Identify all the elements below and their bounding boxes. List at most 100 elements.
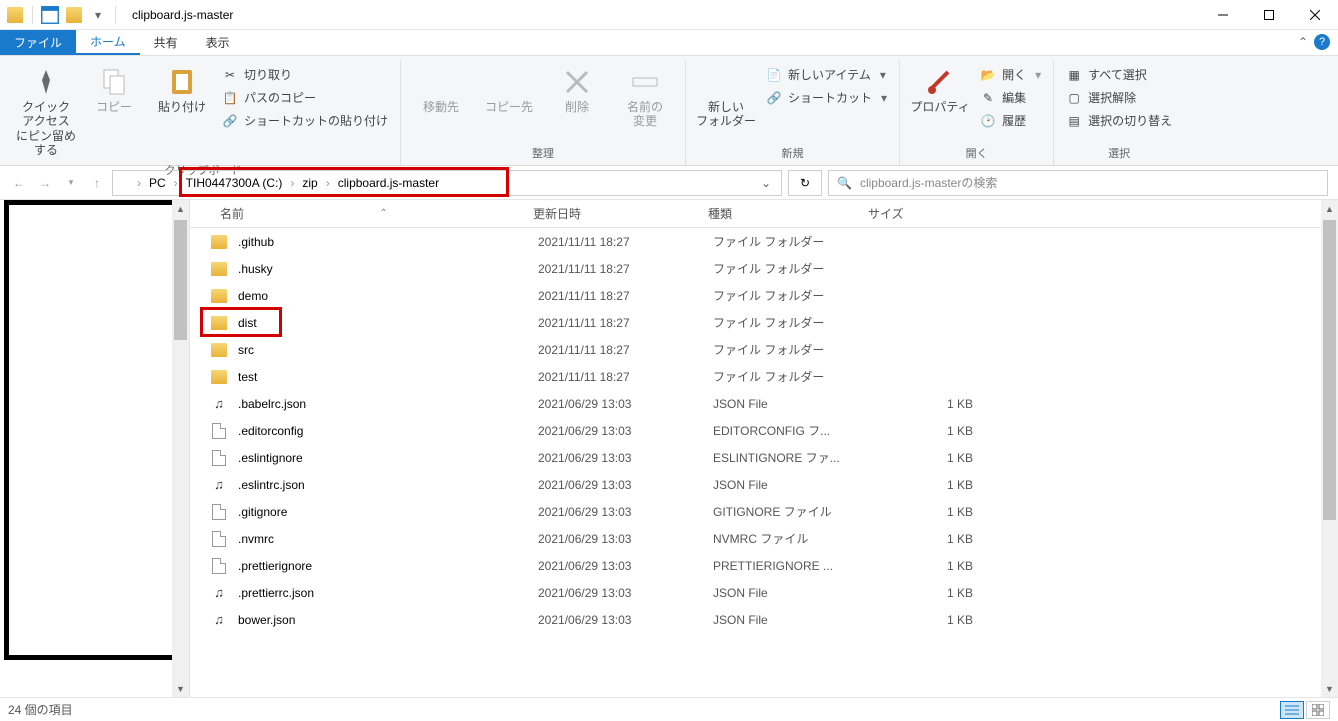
close-button[interactable]: [1292, 0, 1338, 30]
invert-selection-button[interactable]: ▤選択の切り替え: [1062, 110, 1176, 131]
file-size: 1 KB: [903, 424, 973, 438]
file-row[interactable]: .gitignore2021/06/29 13:03GITIGNORE ファイル…: [190, 498, 1338, 525]
breadcrumb-drive[interactable]: TIH0447300A (C:): [182, 176, 287, 190]
file-row[interactable]: test2021/11/11 18:27ファイル フォルダー: [190, 363, 1338, 390]
view-details-button[interactable]: [1280, 701, 1304, 719]
back-button[interactable]: ←: [10, 176, 28, 190]
chevron-right-icon[interactable]: ›: [174, 176, 178, 190]
navpane-scrollbar[interactable]: ▲▼: [172, 200, 189, 697]
search-box[interactable]: 🔍 clipboard.js-masterの検索: [828, 170, 1328, 196]
file-row[interactable]: src2021/11/11 18:27ファイル フォルダー: [190, 336, 1338, 363]
file-row[interactable]: ♫.babelrc.json2021/06/29 13:03JSON File1…: [190, 390, 1338, 417]
select-all-button[interactable]: ▦すべて選択: [1062, 64, 1176, 85]
file-row[interactable]: .nvmrc2021/06/29 13:03NVMRC ファイル1 KB: [190, 525, 1338, 552]
properties-button[interactable]: プロパティ: [908, 64, 972, 116]
pin-icon: [30, 66, 62, 98]
filelist-scrollbar[interactable]: ▲▼: [1321, 200, 1338, 697]
column-size[interactable]: サイズ: [860, 205, 960, 222]
navigation-pane[interactable]: ▲▼: [0, 200, 190, 697]
address-bar[interactable]: › PC › TIH0447300A (C:) › zip › clipboar…: [112, 170, 782, 196]
new-item-button[interactable]: 📄新しいアイテム▾: [762, 64, 891, 85]
file-date: 2021/11/11 18:27: [538, 235, 713, 249]
file-row[interactable]: ♫.prettierrc.json2021/06/29 13:03JSON Fi…: [190, 579, 1338, 606]
recent-dropdown[interactable]: ▾: [62, 177, 80, 188]
column-type[interactable]: 種類: [700, 205, 860, 222]
column-name[interactable]: 名前⌃: [190, 205, 525, 222]
paste-shortcut-button[interactable]: 🔗ショートカットの貼り付け: [218, 110, 392, 131]
item-count: 24 個の項目: [8, 701, 73, 718]
group-select-label: 選択: [1108, 143, 1130, 165]
file-size: 1 KB: [903, 532, 973, 546]
file-icon: [212, 558, 226, 574]
qat-properties-icon[interactable]: [39, 4, 61, 26]
open-button[interactable]: 📂開く▾: [976, 64, 1045, 85]
column-date[interactable]: 更新日時: [525, 205, 700, 222]
tab-view[interactable]: 表示: [192, 30, 244, 55]
forward-button[interactable]: →: [36, 176, 54, 190]
folder-icon: [211, 343, 227, 357]
refresh-button[interactable]: ↻: [788, 170, 822, 196]
file-date: 2021/06/29 13:03: [538, 451, 713, 465]
file-row[interactable]: ♫.eslintrc.json2021/06/29 13:03JSON File…: [190, 471, 1338, 498]
file-name: .gitignore: [238, 505, 538, 519]
file-name: .prettierignore: [238, 559, 538, 573]
rename-icon: [629, 66, 661, 98]
file-row[interactable]: .prettierignore2021/06/29 13:03PRETTIERI…: [190, 552, 1338, 579]
annotation-navpane-highlight: [4, 200, 180, 660]
help-icon[interactable]: ?: [1314, 34, 1330, 50]
file-date: 2021/06/29 13:03: [538, 397, 713, 411]
up-button[interactable]: ↑: [88, 176, 106, 190]
tab-file[interactable]: ファイル: [0, 30, 76, 55]
file-row[interactable]: demo2021/11/11 18:27ファイル フォルダー: [190, 282, 1338, 309]
file-row[interactable]: .eslintignore2021/06/29 13:03ESLINTIGNOR…: [190, 444, 1338, 471]
file-type: PRETTIERIGNORE ...: [713, 559, 903, 573]
copy-path-button[interactable]: 📋パスのコピー: [218, 87, 392, 108]
tab-share[interactable]: 共有: [140, 30, 192, 55]
minimize-button[interactable]: [1200, 0, 1246, 30]
delete-button[interactable]: 削除: [545, 64, 609, 116]
copy-to-button[interactable]: コピー先: [477, 64, 541, 116]
tab-home[interactable]: ホーム: [76, 30, 140, 55]
maximize-button[interactable]: [1246, 0, 1292, 30]
folder-icon: [211, 289, 227, 303]
paste-button[interactable]: 貼り付け: [150, 64, 214, 116]
edit-button[interactable]: ✎編集: [976, 87, 1045, 108]
file-row[interactable]: .husky2021/11/11 18:27ファイル フォルダー: [190, 255, 1338, 282]
file-row[interactable]: dist2021/11/11 18:27ファイル フォルダー: [190, 309, 1338, 336]
chevron-right-icon[interactable]: ›: [326, 176, 330, 190]
address-dropdown-icon[interactable]: ⌄: [755, 176, 777, 190]
move-to-button[interactable]: 移動先: [409, 64, 473, 116]
collapse-ribbon-icon[interactable]: ⌃: [1298, 35, 1308, 49]
qat-new-folder-icon[interactable]: [63, 4, 85, 26]
new-shortcut-icon: 🔗: [766, 90, 782, 106]
file-name: .github: [238, 235, 538, 249]
file-name: dist: [238, 316, 538, 330]
file-name: .babelrc.json: [238, 397, 538, 411]
chevron-right-icon[interactable]: ›: [290, 176, 294, 190]
breadcrumb-pc[interactable]: PC: [145, 176, 170, 190]
view-icons-button[interactable]: [1306, 701, 1330, 719]
select-none-button[interactable]: ▢選択解除: [1062, 87, 1176, 108]
file-name: .husky: [238, 262, 538, 276]
copy-button[interactable]: コピー: [82, 64, 146, 116]
rename-button[interactable]: 名前の 変更: [613, 64, 677, 131]
file-row[interactable]: .editorconfig2021/06/29 13:03EDITORCONFI…: [190, 417, 1338, 444]
file-row[interactable]: ♫bower.json2021/06/29 13:03JSON File1 KB: [190, 606, 1338, 633]
new-folder-button[interactable]: 新しい フォルダー: [694, 64, 758, 131]
qat-dropdown-icon[interactable]: ▾: [87, 4, 109, 26]
file-type: ファイル フォルダー: [713, 287, 903, 304]
cut-button[interactable]: ✂切り取り: [218, 64, 392, 85]
file-size: 1 KB: [903, 478, 973, 492]
file-row[interactable]: .github2021/11/11 18:27ファイル フォルダー: [190, 228, 1338, 255]
address-folder-icon: [117, 176, 133, 190]
breadcrumb-zip[interactable]: zip: [298, 176, 321, 190]
history-button[interactable]: 🕑履歴: [976, 110, 1045, 131]
file-date: 2021/06/29 13:03: [538, 505, 713, 519]
file-type: ESLINTIGNORE ファ...: [713, 449, 903, 466]
pin-to-quick-access-button[interactable]: クイック アクセス にピン留めする: [14, 64, 78, 160]
new-shortcut-button[interactable]: 🔗ショートカット▾: [762, 87, 891, 108]
copy-to-icon: [493, 66, 525, 98]
chevron-right-icon[interactable]: ›: [137, 176, 141, 190]
group-organize-label: 整理: [532, 143, 554, 165]
breadcrumb-current[interactable]: clipboard.js-master: [334, 176, 443, 190]
